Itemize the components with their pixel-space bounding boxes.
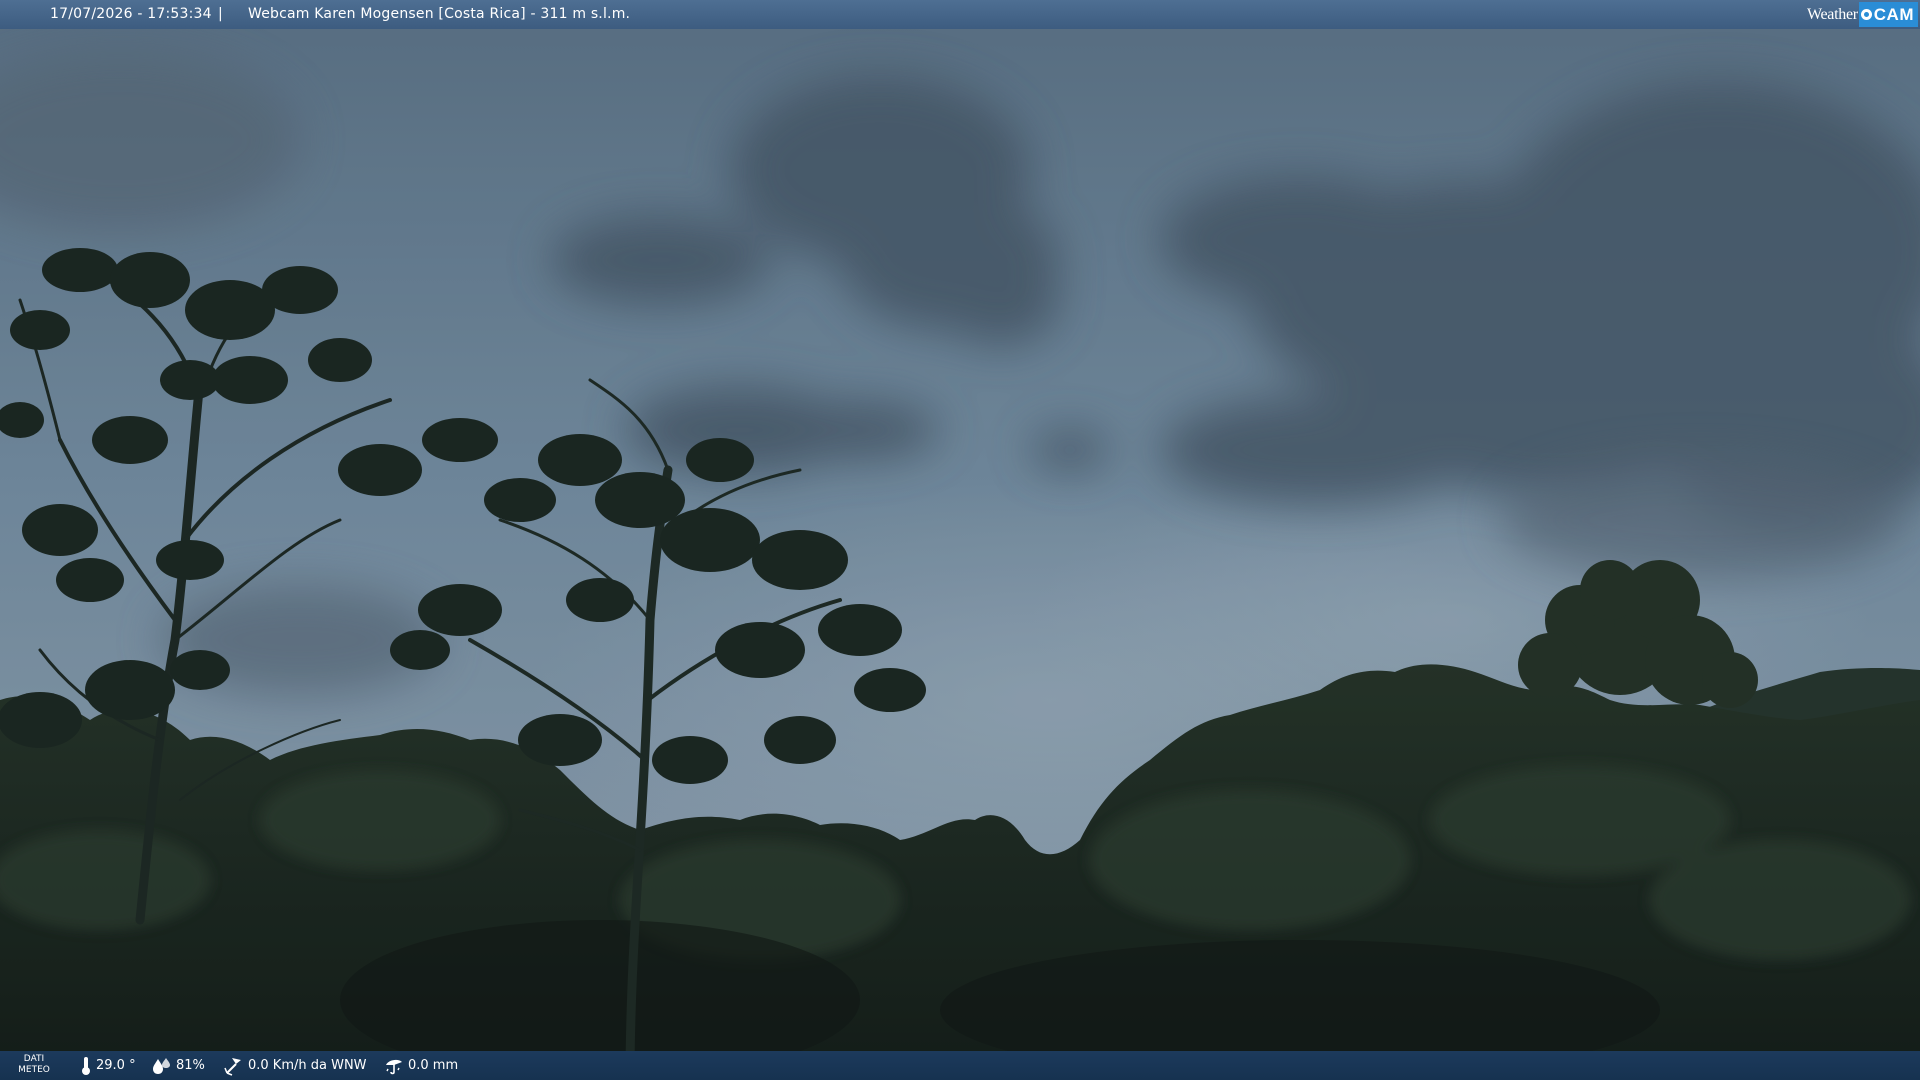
meteo-data-label: DATI METEO [14, 1054, 54, 1076]
logo-cam-box: CAM [1858, 2, 1918, 27]
rain-value: 0.0 mm [408, 1058, 459, 1073]
webcam-image [0, 0, 1920, 1080]
top-info-bar: 17/07/2026 - 17:53:34 | Webcam Karen Mog… [0, 0, 1920, 29]
meteo-label-line1: DATI [23, 1054, 45, 1064]
webcam-viewer: 17/07/2026 - 17:53:34 | Webcam Karen Mog… [0, 0, 1920, 1080]
timestamp: 17/07/2026 - 17:53:34 [50, 6, 212, 22]
logo-cam-text: CAM [1873, 5, 1914, 24]
thermometer-icon [82, 1056, 90, 1075]
weather-data-bar: DATI METEO 29.0 ° 81% 0.0 Km/h da WNW 0.… [0, 1051, 1920, 1080]
wind-icon [224, 1057, 241, 1076]
temperature-value: 29.0 ° [96, 1058, 136, 1073]
temperature-reading: 29.0 ° [80, 1051, 136, 1080]
logo-eye-icon [1860, 9, 1872, 20]
humidity-reading: 81% [152, 1051, 205, 1080]
logo-weather-text: Weather [1806, 6, 1858, 23]
wind-value: 0.0 Km/h da WNW [248, 1058, 367, 1073]
meteo-label-line2: METEO [18, 1065, 50, 1075]
humidity-value: 81% [176, 1058, 205, 1073]
separator: | [218, 6, 223, 22]
rain-reading: 0.0 mm [384, 1051, 458, 1080]
rain-icon [386, 1059, 402, 1074]
humidity-icon [153, 1057, 170, 1074]
weathercam-logo[interactable]: Weather CAM [1807, 0, 1918, 29]
wind-reading: 0.0 Km/h da WNW [224, 1051, 367, 1080]
webcam-title: Webcam Karen Mogensen [Costa Rica] - 311… [248, 6, 631, 22]
